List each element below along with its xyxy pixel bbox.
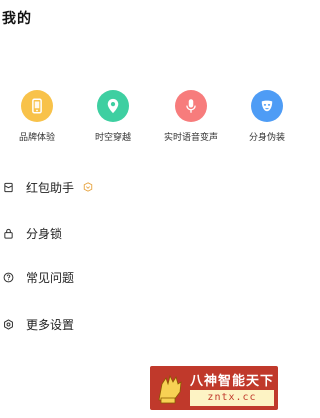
feature-label: 时空穿越 — [94, 133, 131, 143]
feature-label: 分身伪装 — [248, 133, 285, 143]
watermark-title: 八神智能天下 — [190, 374, 275, 389]
watermark-url: zntx.cc — [190, 390, 274, 406]
feature-grid: 品牌体验 时空穿越 实时语音变声 分身伪装 — [0, 90, 290, 150]
feature-voice-changer[interactable]: 实时语音变声 — [156, 90, 226, 143]
question-icon — [2, 271, 14, 283]
watermark-hand-icon — [154, 370, 186, 406]
feature-disguise[interactable]: 分身伪装 — [232, 90, 302, 143]
red-packet-icon — [2, 181, 14, 193]
menu-item-label: 红包助手 — [26, 180, 75, 195]
menu-item-label: 更多设置 — [26, 317, 75, 332]
feature-time-travel[interactable]: 时空穿越 — [78, 90, 148, 143]
feature-label: 品牌体验 — [18, 133, 55, 143]
location-pin-icon — [97, 90, 129, 122]
menu-item-red-packet[interactable]: 红包助手 — [0, 172, 290, 202]
menu-item-clone-lock[interactable]: 分身锁 — [0, 218, 290, 248]
page-title: 我的 — [2, 11, 32, 27]
menu-item-faq[interactable]: 常见问题 — [0, 262, 290, 292]
phone-icon — [21, 90, 53, 122]
watermark-logo: 八神智能天下 zntx.cc — [150, 366, 278, 410]
mask-icon — [251, 90, 283, 122]
menu-item-more-settings[interactable]: 更多设置 — [0, 309, 290, 339]
settings-icon — [2, 318, 14, 330]
feature-label: 实时语音变声 — [163, 133, 218, 143]
microphone-icon — [175, 90, 207, 122]
vip-shield-icon — [82, 182, 93, 193]
feature-brand-experience[interactable]: 品牌体验 — [2, 90, 72, 143]
menu-item-label: 分身锁 — [26, 226, 63, 241]
menu-item-label: 常见问题 — [26, 270, 75, 285]
lock-icon — [2, 227, 14, 239]
